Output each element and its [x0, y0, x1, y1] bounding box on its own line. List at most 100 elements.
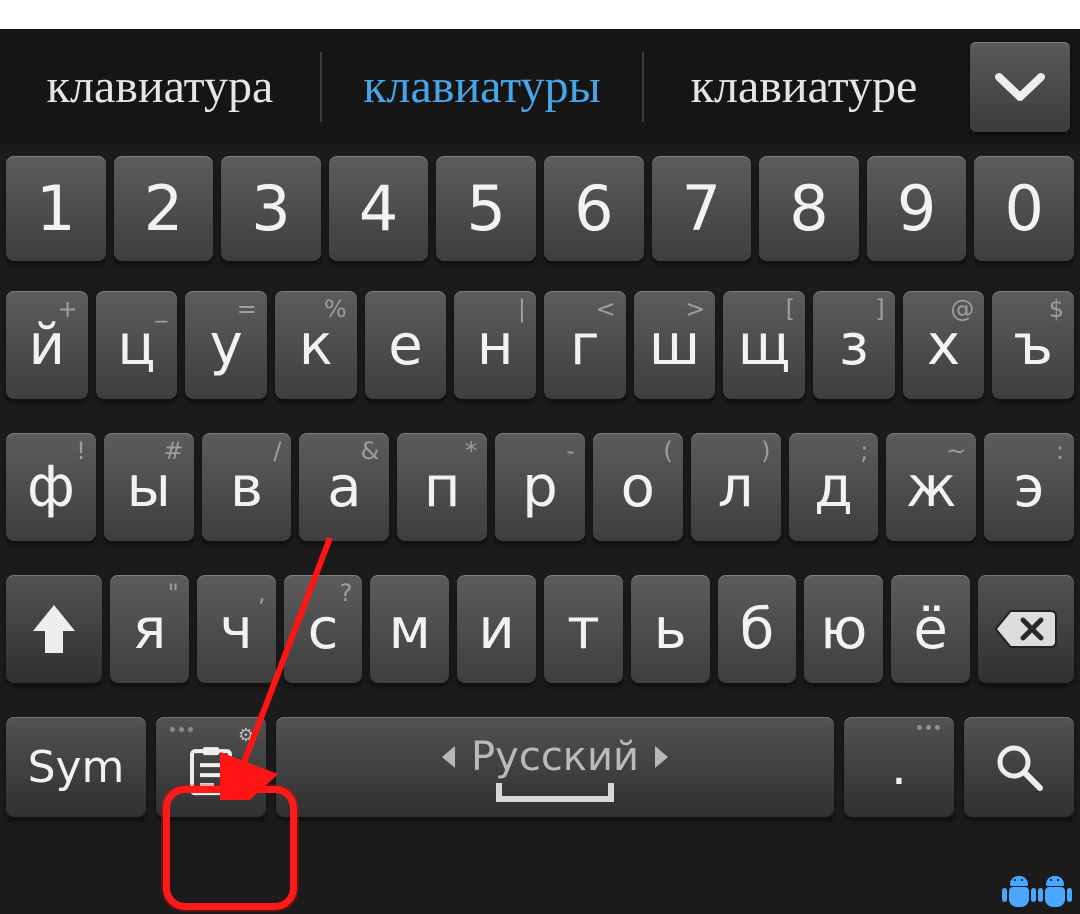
- key-щ[interactable]: [щ: [723, 291, 805, 399]
- key-sublabel: ,: [258, 579, 266, 607]
- key-sublabel: =: [237, 295, 257, 323]
- key-к[interactable]: %к: [275, 291, 357, 399]
- key-sublabel: ~: [946, 437, 966, 465]
- key-2[interactable]: 2: [114, 156, 214, 261]
- key-1[interactable]: 1: [6, 156, 106, 261]
- key-label: ю: [820, 597, 867, 662]
- spacebar-inner: Русский: [276, 717, 834, 817]
- key-х[interactable]: @х: [903, 291, 985, 399]
- letter-row-1: +й_ц=у%ке|н<г>ш[щ]з@х$ъ: [6, 291, 1074, 399]
- period-key[interactable]: .: [844, 717, 954, 817]
- key-label: и: [478, 597, 514, 662]
- key-и[interactable]: и: [457, 575, 536, 683]
- search-key[interactable]: [964, 717, 1074, 817]
- key-sublabel: !: [76, 437, 86, 465]
- key-label: з: [839, 313, 869, 378]
- suggestion-3[interactable]: клавиатуре: [644, 59, 964, 114]
- key-ъ[interactable]: $ъ: [992, 291, 1074, 399]
- key-label: м: [389, 597, 431, 662]
- key-label: д: [814, 455, 853, 520]
- key-е[interactable]: е: [365, 291, 447, 399]
- key-б[interactable]: б: [718, 575, 797, 683]
- key-sublabel: ?: [340, 579, 353, 607]
- more-dots-icon: [917, 725, 940, 730]
- key-с[interactable]: ?с: [284, 575, 363, 683]
- key-3[interactable]: 3: [221, 156, 321, 261]
- options-key-inner: ⚙: [156, 717, 266, 817]
- bottom-row: Sym ⚙ Русский: [6, 717, 1074, 817]
- backspace-key[interactable]: [978, 575, 1074, 683]
- clipboard-options-icon: [188, 745, 234, 797]
- key-sublabel: ;: [860, 437, 868, 465]
- key-л[interactable]: )л: [691, 433, 781, 541]
- search-icon: [992, 740, 1046, 794]
- key-sublabel: (: [663, 437, 672, 465]
- key-sublabel: [: [786, 295, 795, 323]
- key-ж[interactable]: ~ж: [886, 433, 976, 541]
- key-8[interactable]: 8: [759, 156, 859, 261]
- key-д[interactable]: ;д: [789, 433, 879, 541]
- key-ч[interactable]: ,ч: [197, 575, 276, 683]
- key-sublabel: _: [155, 295, 167, 323]
- key-label: ц: [117, 313, 155, 378]
- key-sublabel: ): [761, 437, 770, 465]
- key-г[interactable]: <г: [544, 291, 626, 399]
- key-sublabel: @: [950, 295, 974, 323]
- key-7[interactable]: 7: [652, 156, 752, 261]
- chevron-down-icon: [993, 69, 1047, 105]
- key-о[interactable]: (о: [593, 433, 683, 541]
- status-whitespace: [0, 0, 1080, 29]
- key-р[interactable]: -р: [495, 433, 585, 541]
- key-в[interactable]: /в: [202, 433, 292, 541]
- key-м[interactable]: м: [370, 575, 449, 683]
- watermark-android-icons: [1002, 872, 1072, 914]
- key-ё[interactable]: ё: [891, 575, 970, 683]
- key-ы[interactable]: #ы: [104, 433, 194, 541]
- key-sublabel: +: [58, 295, 78, 323]
- key-ш[interactable]: >ш: [634, 291, 716, 399]
- key-label: а: [327, 455, 361, 520]
- options-key[interactable]: ⚙: [156, 717, 266, 817]
- suggestion-1[interactable]: клавиатура: [0, 59, 320, 114]
- key-sublabel: #: [164, 437, 184, 465]
- key-п[interactable]: *п: [397, 433, 487, 541]
- key-sublabel: ]: [875, 295, 884, 323]
- key-5[interactable]: 5: [436, 156, 536, 261]
- key-э[interactable]: :э: [984, 433, 1074, 541]
- number-row: 1 2 3 4 5 6 7 8 9 0: [6, 156, 1074, 261]
- key-label: э: [1014, 455, 1045, 520]
- symbols-key[interactable]: Sym: [6, 717, 146, 817]
- key-я[interactable]: "я: [110, 575, 189, 683]
- key-ц[interactable]: _ц: [96, 291, 178, 399]
- key-sublabel: *: [465, 437, 477, 465]
- key-н[interactable]: |н: [454, 291, 536, 399]
- key-з[interactable]: ]з: [813, 291, 895, 399]
- key-6[interactable]: 6: [544, 156, 644, 261]
- key-0[interactable]: 0: [974, 156, 1074, 261]
- key-й[interactable]: +й: [6, 291, 88, 399]
- key-у[interactable]: =у: [185, 291, 267, 399]
- key-а[interactable]: &а: [299, 433, 389, 541]
- key-sublabel: <: [596, 295, 616, 323]
- prev-language-icon: [439, 744, 457, 770]
- more-dots-icon: [170, 727, 193, 732]
- key-label: н: [477, 313, 514, 378]
- key-ь[interactable]: ь: [631, 575, 710, 683]
- key-label: в: [230, 455, 263, 520]
- key-9[interactable]: 9: [867, 156, 967, 261]
- spacebar[interactable]: Русский: [276, 717, 834, 817]
- key-т[interactable]: т: [544, 575, 623, 683]
- key-label: т: [567, 597, 600, 662]
- expand-suggestions-button[interactable]: [970, 42, 1070, 132]
- key-4[interactable]: 4: [329, 156, 429, 261]
- key-sublabel: |: [518, 295, 526, 323]
- key-label: л: [718, 455, 754, 520]
- key-label: с: [308, 597, 339, 662]
- key-ю[interactable]: ю: [804, 575, 883, 683]
- key-ф[interactable]: !ф: [6, 433, 96, 541]
- suggestion-2[interactable]: клавиатуры: [322, 59, 642, 114]
- key-sublabel: >: [685, 295, 705, 323]
- shift-key[interactable]: [6, 575, 102, 683]
- key-label: ь: [654, 597, 687, 662]
- space-language-label: Русский: [471, 734, 639, 780]
